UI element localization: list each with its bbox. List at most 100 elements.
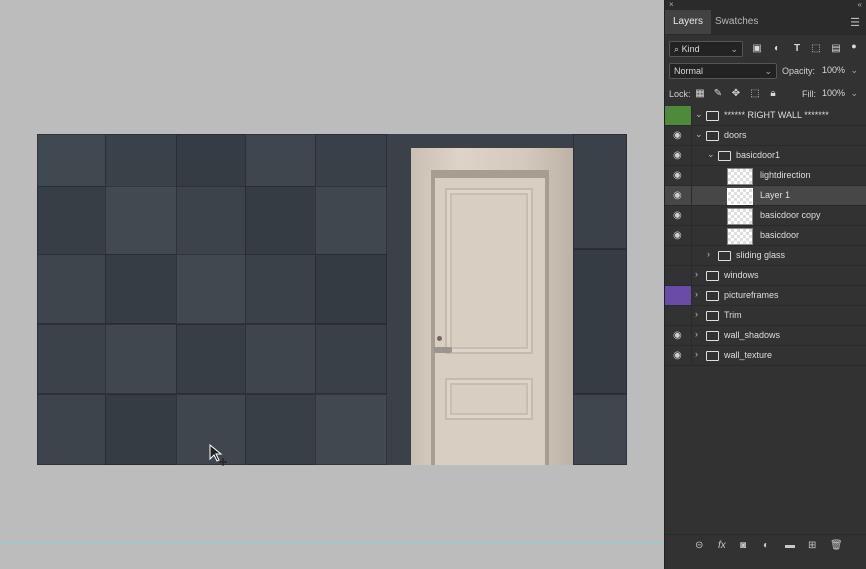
mask-icon[interactable]: ◙	[740, 540, 746, 551]
layer-thumbnail	[727, 228, 753, 245]
fill-label: Fill:	[802, 89, 816, 99]
layers-panel: × « Layers Swatches ☰ ⌕ Kind ⌄ ▣ ◐ T ⬚ ▤…	[664, 0, 866, 569]
layer-row[interactable]: ◉ ⌄ doors	[665, 126, 866, 146]
fill-field[interactable]: 100% ⌄	[818, 86, 862, 102]
lock-all-icon[interactable]: 🔒︎	[767, 88, 779, 100]
door-casing	[411, 148, 573, 465]
layer-row[interactable]: ◉ basicdoor	[665, 226, 866, 246]
filter-shape-icon[interactable]: ⬚	[810, 43, 822, 55]
layer-row[interactable]: › sliding glass	[665, 246, 866, 266]
adjustment-icon[interactable]: ◐	[763, 540, 769, 551]
guide-line	[0, 543, 664, 544]
wall-tile	[315, 186, 387, 256]
chevron-down-icon[interactable]: ⌄	[695, 129, 703, 140]
panel-menu-icon[interactable]: ☰	[850, 16, 860, 29]
layer-row[interactable]: › Trim	[665, 306, 866, 326]
visibility-toggle[interactable]: ◉	[665, 166, 692, 185]
tab-layers[interactable]: Layers	[665, 10, 712, 34]
chevron-right-icon[interactable]: ›	[695, 289, 698, 299]
layer-row[interactable]: ⌄ ****** RIGHT WALL *******	[665, 106, 866, 126]
new-layer-icon[interactable]: ⊞	[808, 540, 816, 551]
layer-name: windows	[724, 270, 759, 280]
layer-thumbnail	[727, 168, 753, 185]
eye-icon: ◉	[673, 190, 682, 201]
lock-brush-icon[interactable]: ✎	[712, 88, 724, 100]
chevron-down-icon[interactable]: ⌄	[695, 109, 703, 120]
wall-tile	[315, 254, 387, 324]
lock-transparent-icon[interactable]: ▦	[694, 88, 706, 100]
visibility-toggle[interactable]: ◉	[665, 186, 692, 205]
layer-row[interactable]: ◉ › wall_texture	[665, 346, 866, 366]
lock-artboard-icon[interactable]: ⬚	[749, 88, 761, 100]
door-handle	[434, 347, 452, 353]
wall-tile	[176, 254, 248, 324]
folder-icon	[706, 311, 719, 321]
chevron-right-icon[interactable]: ›	[695, 329, 698, 339]
artboard-wall-image[interactable]	[37, 134, 627, 465]
eye-icon: ◉	[673, 230, 682, 241]
visibility-toggle[interactable]	[665, 246, 692, 265]
layer-row[interactable]: › pictureframes	[665, 286, 866, 306]
filter-smart-object-icon[interactable]: ▤	[830, 43, 842, 55]
layer-name: Layer 1	[760, 190, 791, 200]
document-canvas[interactable]	[0, 0, 664, 569]
visibility-toggle[interactable]: ◉	[665, 326, 692, 345]
filter-adjustment-icon[interactable]: ◐	[771, 43, 783, 55]
chevron-right-icon[interactable]: ›	[695, 269, 698, 279]
visibility-toggle[interactable]	[665, 306, 692, 325]
filter-toggle-icon[interactable]: ●	[848, 40, 860, 52]
folder-icon	[706, 271, 719, 281]
chevron-down-icon[interactable]: ⌄	[707, 149, 715, 160]
folder-icon	[706, 331, 719, 341]
door-upper-panel	[445, 188, 533, 354]
visibility-toggle[interactable]	[665, 266, 692, 285]
folder-icon	[706, 291, 719, 301]
collapse-panel-icon[interactable]: «	[858, 0, 862, 10]
chevron-right-icon[interactable]: ›	[695, 349, 698, 359]
visibility-toggle[interactable]: ◉	[665, 146, 692, 165]
layer-row[interactable]: ◉ basicdoor copy	[665, 206, 866, 226]
filter-kind-dropdown[interactable]: ⌕ Kind ⌄	[669, 41, 743, 57]
wall-tile	[315, 324, 387, 394]
filter-pixel-icon[interactable]: ▣	[751, 43, 763, 55]
door-leaf	[435, 178, 545, 465]
chevron-down-icon: ⌄	[850, 65, 858, 75]
wall-tile	[176, 324, 248, 394]
move-cursor-icon	[209, 443, 229, 471]
chevron-right-icon[interactable]: ›	[707, 249, 710, 259]
new-group-icon[interactable]: ▬	[785, 540, 795, 551]
visibility-toggle[interactable]: ◉	[665, 126, 692, 145]
link-icon[interactable]: ⊝	[695, 540, 703, 551]
visibility-toggle[interactable]: ◉	[665, 226, 692, 245]
visibility-toggle[interactable]: ◉	[665, 346, 692, 365]
filter-type-icon[interactable]: T	[791, 43, 803, 55]
layers-list: ⌄ ****** RIGHT WALL ******* ◉ ⌄ doors ◉ ⌄ basic…	[665, 106, 866, 366]
visibility-toggle[interactable]: ◉	[665, 206, 692, 225]
wall-tile	[245, 254, 317, 324]
close-panel-icon[interactable]: ×	[669, 0, 674, 10]
layer-thumbnail	[727, 208, 753, 225]
layer-row[interactable]: ◉ › wall_shadows	[665, 326, 866, 346]
layer-row[interactable]: › windows	[665, 266, 866, 286]
eye-icon: ◉	[673, 150, 682, 161]
wall-tile	[573, 249, 627, 394]
blend-mode-dropdown[interactable]: Normal ⌄	[669, 63, 777, 79]
tab-swatches[interactable]: Swatches	[707, 10, 766, 34]
visibility-toggle[interactable]	[665, 286, 692, 305]
folder-icon	[706, 111, 719, 121]
panel-tabs: Layers Swatches ☰	[665, 10, 866, 35]
wall-tile	[37, 394, 109, 465]
layer-row[interactable]: ◉ ⌄ basicdoor1	[665, 146, 866, 166]
fx-icon[interactable]: fx	[718, 540, 726, 551]
visibility-toggle[interactable]	[665, 106, 692, 125]
lock-position-icon[interactable]: ✥	[730, 88, 742, 100]
layer-row[interactable]: ◉ Layer 1	[665, 186, 866, 206]
folder-icon	[718, 151, 731, 161]
opacity-field[interactable]: 100% ⌄	[818, 63, 862, 79]
layer-row[interactable]: ◉ lightdirection	[665, 166, 866, 186]
fill-value: 100%	[822, 88, 846, 98]
panel-titlebar: × «	[665, 0, 866, 10]
blend-mode-value: Normal	[674, 66, 704, 76]
chevron-right-icon[interactable]: ›	[695, 309, 698, 319]
trash-icon[interactable]: 🗑︎	[830, 540, 843, 551]
